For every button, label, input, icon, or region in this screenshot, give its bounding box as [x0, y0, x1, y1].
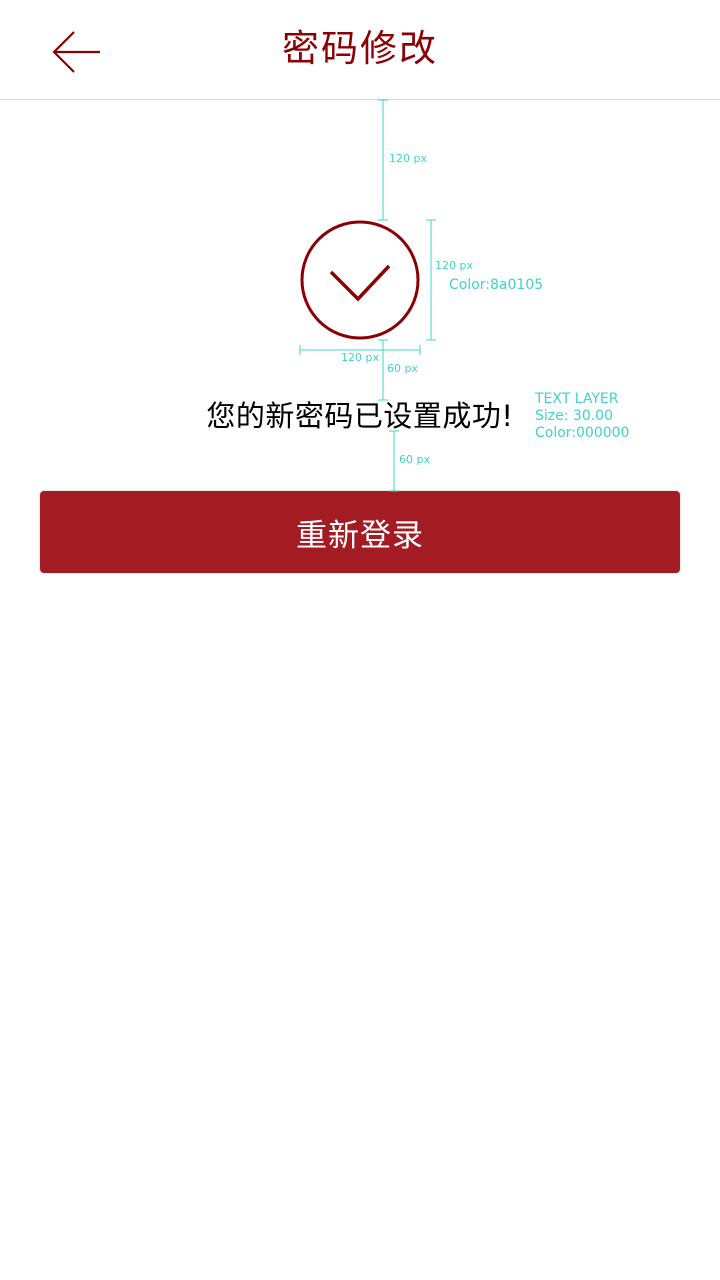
success-message: 您的新密码已设置成功! — [206, 399, 514, 433]
relogin-button[interactable]: 重新登录 — [40, 491, 680, 573]
spec-gap-text-button: 60 px — [399, 453, 430, 466]
app-header: 密码修改 — [0, 0, 720, 100]
spec-annotations: 120 px 120 px Color:8a0105 120 px 60 px … — [0, 0, 720, 1280]
measure-lines — [299, 99, 436, 492]
spec-icon-height: 120 px — [435, 259, 473, 272]
spec-icon-color: Color:8a0105 — [449, 277, 544, 293]
spec-icon-width: 120 px — [341, 351, 379, 364]
page-title: 密码修改 — [282, 27, 438, 70]
check-circle-icon — [300, 220, 420, 340]
spec-gap-top: 120 px — [389, 152, 427, 165]
spec-gap-icon-text: 60 px — [387, 362, 418, 375]
